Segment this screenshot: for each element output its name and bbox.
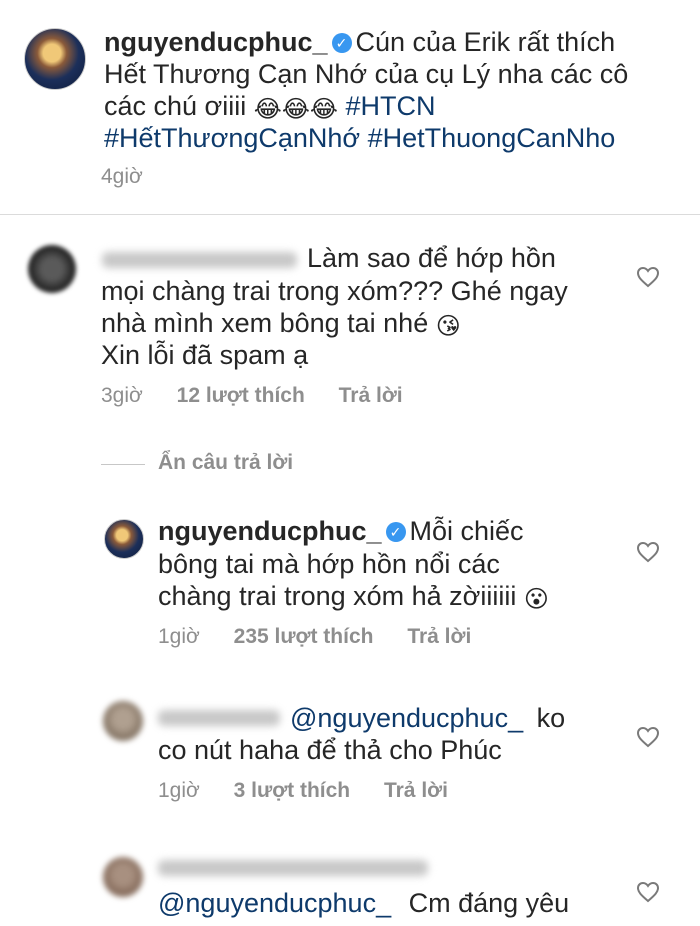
divider (0, 214, 700, 215)
blurred-username[interactable] (102, 252, 297, 268)
reply-button[interactable]: Trả lời (339, 384, 403, 407)
caption-text-3: các chú ơiiii (104, 91, 247, 121)
likes-count[interactable]: 12 lượt thích (177, 384, 305, 407)
reply-text-1: Mỗi chiếc (409, 516, 524, 546)
heart-outline-icon[interactable] (636, 881, 660, 903)
reply-button[interactable]: Trả lời (407, 625, 471, 648)
comment-meta: 3giờ 12 lượt thích Trả lời (101, 384, 403, 408)
reply-text-1: Cm đáng yêu (408, 888, 570, 918)
reply-line-2: bông tai mà hớp hồn nổi các (158, 549, 500, 579)
reply-meta: 1giờ 3 lượt thích Trả lời (158, 779, 448, 803)
heart-outline-icon[interactable] (636, 726, 660, 748)
reply-line-3: chàng trai trong xóm hả zờiiiiii 😮 (158, 579, 549, 617)
reply-avatar[interactable] (103, 857, 143, 897)
reply-text-1: ko (536, 703, 566, 733)
verified-badge-icon: ✓ (331, 33, 352, 53)
comment-line-1: Làm sao để hớp hồn (307, 243, 556, 273)
caption-hashtags[interactable]: #HếtThươngCạnNhớ #HetThuongCanNho (104, 121, 615, 155)
caption-line-2: Hết Thương Cạn Nhớ của cụ Lý nha các cô (104, 59, 629, 89)
mention-link[interactable]: @nguyenducphuc_ (158, 888, 391, 918)
reply-meta: 1giờ 235 lượt thích Trả lời (158, 625, 471, 649)
reply-line-1: @nguyenducphuc_ ko (290, 701, 565, 735)
reply-time: 1giờ (158, 779, 200, 802)
caption-username[interactable]: nguyenducphuc_ (104, 27, 328, 57)
reply-username[interactable]: nguyenducphuc_ (158, 516, 382, 546)
kiss-emoji: 😘 (435, 313, 461, 340)
comment-line-4: Xin lỗi đã spam ạ (101, 340, 309, 370)
hide-replies-line (101, 464, 145, 465)
reply-button[interactable]: Trả lời (384, 779, 448, 802)
reply-text-3: chàng trai trong xóm hả zờiiiiii (158, 581, 517, 611)
comment-text-3: nhà mình xem bông tai nhé (101, 308, 429, 338)
avatar[interactable] (24, 28, 86, 90)
likes-count[interactable]: 235 lượt thích (234, 625, 374, 648)
mention-link[interactable]: @nguyenducphuc_ (290, 703, 523, 733)
blurred-username[interactable] (158, 710, 280, 726)
comment-time: 3giờ (101, 384, 143, 407)
reply-line-1: @nguyenducphuc_ Cm đáng yêu (158, 886, 569, 920)
likes-count[interactable]: 3 lượt thích (234, 779, 350, 802)
reply-line-1: nguyenducphuc_ ✓ Mỗi chiếc (158, 514, 524, 548)
caption-time: 4giờ (101, 165, 143, 188)
comment-line-2: mọi chàng trai trong xóm??? Ghé ngay (101, 276, 568, 306)
blurred-username[interactable] (158, 860, 428, 876)
hashtag-htcn[interactable]: #HTCN (345, 91, 435, 121)
hide-replies-button[interactable]: Ẩn câu trả lời (158, 451, 293, 475)
heart-outline-icon[interactable] (636, 266, 660, 288)
reply-line-2: co nút haha để thả cho Phúc (158, 735, 502, 765)
heart-outline-icon[interactable] (636, 541, 660, 563)
surprised-emoji: 😮 (523, 586, 549, 613)
reply-time: 1giờ (158, 625, 200, 648)
caption-line-1: nguyenducphuc_ ✓ Cún của Erik rất thích (104, 25, 615, 59)
reply-avatar[interactable] (104, 519, 144, 559)
comment-avatar[interactable] (28, 245, 76, 293)
caption-text-1: Cún của Erik rất thích (355, 27, 616, 57)
verified-badge-icon: ✓ (385, 522, 406, 542)
reply-avatar[interactable] (103, 701, 143, 741)
